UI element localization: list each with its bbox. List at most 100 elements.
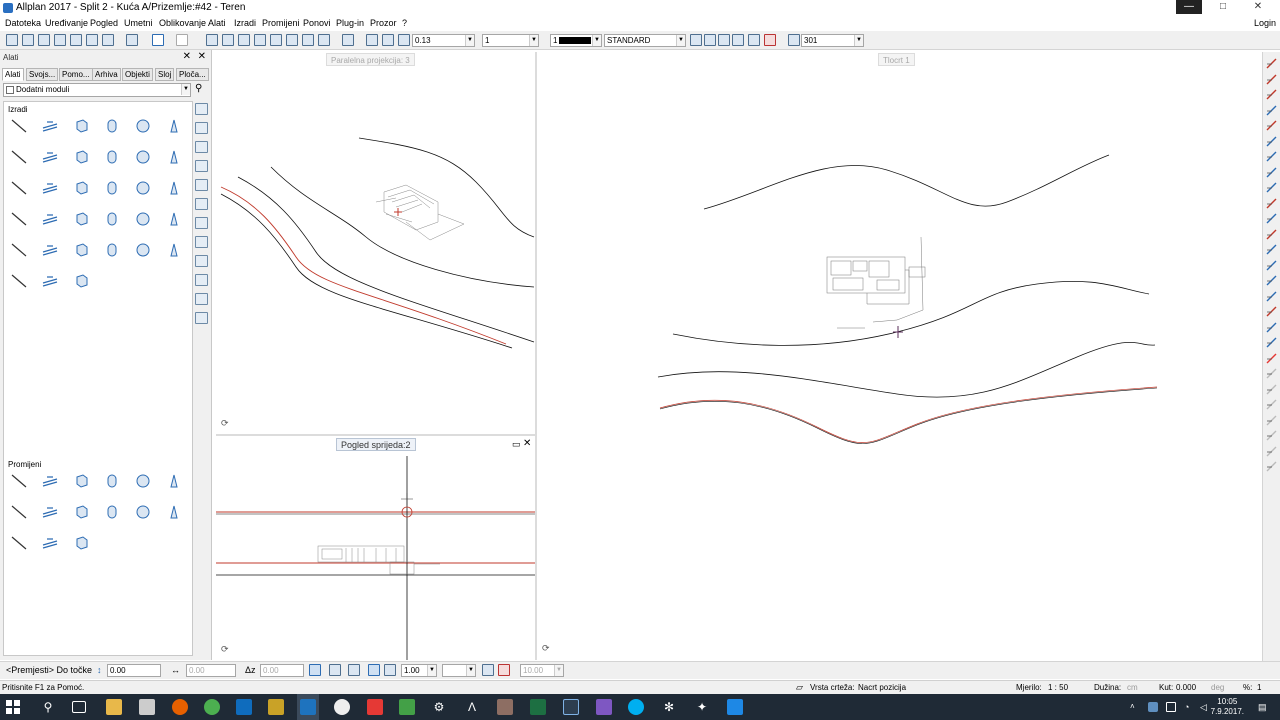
strip-tool-6-icon[interactable] bbox=[195, 217, 208, 229]
menu-izradi[interactable]: Izradi bbox=[234, 18, 256, 28]
refresh-icon[interactable] bbox=[54, 34, 66, 46]
pct-value[interactable]: 1 bbox=[1257, 683, 1261, 692]
angle-input[interactable]: 10.00 ▼ bbox=[520, 664, 564, 677]
modify-tool-2-2-icon[interactable] bbox=[72, 535, 90, 551]
measure-icon[interactable] bbox=[384, 664, 396, 676]
print-icon[interactable] bbox=[102, 34, 114, 46]
create-tool-0-0-icon[interactable] bbox=[10, 118, 28, 134]
lightroom-icon[interactable] bbox=[563, 699, 579, 715]
scissors-icon[interactable] bbox=[254, 34, 266, 46]
modify-tool-1-4-icon[interactable] bbox=[134, 504, 152, 520]
right-tool-25-icon[interactable] bbox=[1266, 446, 1278, 457]
lambda-icon[interactable]: Λ bbox=[464, 699, 480, 715]
open-icon[interactable] bbox=[22, 34, 34, 46]
modify-tool-1-5-icon[interactable] bbox=[165, 504, 183, 520]
snap-icon[interactable] bbox=[309, 664, 321, 676]
pattern-icon[interactable] bbox=[788, 34, 800, 46]
volume-icon[interactable]: ◁ bbox=[1200, 702, 1210, 712]
right-tool-16-icon[interactable] bbox=[1266, 306, 1278, 317]
search-icon[interactable]: ⚲ bbox=[40, 699, 56, 715]
menu-pogled[interactable]: Pogled bbox=[90, 18, 118, 28]
right-tool-2-icon[interactable] bbox=[1266, 89, 1278, 100]
create-tool-5-2-icon[interactable] bbox=[72, 273, 90, 289]
strip-tool-3-icon[interactable] bbox=[195, 160, 208, 172]
strip-tool-11-icon[interactable] bbox=[195, 312, 208, 324]
modify-tool-0-1-icon[interactable] bbox=[41, 473, 59, 489]
create-tool-0-3-icon[interactable] bbox=[103, 118, 121, 134]
create-tool-3-2-icon[interactable] bbox=[72, 211, 90, 227]
create-tool-0-2-icon[interactable] bbox=[72, 118, 90, 134]
layer-visible-icon[interactable] bbox=[704, 34, 716, 46]
layer-state-icon[interactable] bbox=[748, 34, 760, 46]
right-tool-23-icon[interactable] bbox=[1266, 415, 1278, 426]
create-tool-4-5-icon[interactable] bbox=[165, 242, 183, 258]
tab-alati[interactable]: Alati bbox=[2, 68, 24, 81]
modify-tool-0-3-icon[interactable] bbox=[103, 473, 121, 489]
layer-filter-icon[interactable] bbox=[764, 34, 776, 46]
modify-tool-2-0-icon[interactable] bbox=[10, 535, 28, 551]
layer-icon[interactable] bbox=[286, 34, 298, 46]
create-tool-3-1-icon[interactable] bbox=[41, 211, 59, 227]
tab-svojstva[interactable]: Svojs... bbox=[26, 68, 59, 81]
create-tool-2-4-icon[interactable] bbox=[134, 180, 152, 196]
menu-alati[interactable]: Alati bbox=[208, 18, 226, 28]
viewport-plan[interactable]: Tlocrt 1 ⟳ bbox=[537, 52, 1261, 660]
pen-tool-icon[interactable] bbox=[366, 34, 378, 46]
tray-chevron-icon[interactable]: ˄ bbox=[1130, 702, 1140, 712]
task-view-icon[interactable] bbox=[72, 701, 86, 713]
strip-tool-0-icon[interactable] bbox=[195, 103, 208, 115]
strip-tool-1-icon[interactable] bbox=[195, 122, 208, 134]
paste-icon[interactable] bbox=[270, 34, 282, 46]
create-tool-1-5-icon[interactable] bbox=[165, 149, 183, 165]
modify-tool-1-0-icon[interactable] bbox=[10, 504, 28, 520]
dz-input[interactable]: 0.00 bbox=[260, 664, 304, 677]
strip-tool-4-icon[interactable] bbox=[195, 179, 208, 191]
angle-unit[interactable]: deg bbox=[1211, 683, 1224, 692]
create-tool-5-0-icon[interactable] bbox=[10, 273, 28, 289]
gear-icon[interactable]: ⚙ bbox=[431, 699, 447, 715]
create-tool-2-1-icon[interactable] bbox=[41, 180, 59, 196]
copy-icon[interactable] bbox=[222, 34, 234, 46]
point-icon[interactable] bbox=[348, 664, 360, 676]
tray-app-icon[interactable] bbox=[1148, 702, 1158, 712]
modify-tool-0-4-icon[interactable] bbox=[134, 473, 152, 489]
view-type-value[interactable]: Nacrt pozicija bbox=[858, 683, 906, 692]
right-tool-3-icon[interactable] bbox=[1266, 105, 1278, 116]
archive-icon[interactable] bbox=[268, 699, 284, 715]
excel-icon[interactable] bbox=[530, 699, 546, 715]
create-tool-0-4-icon[interactable] bbox=[134, 118, 152, 134]
menu-promijeni[interactable]: Promijeni bbox=[262, 18, 300, 28]
strip-tool-5-icon[interactable] bbox=[195, 198, 208, 210]
create-tool-3-0-icon[interactable] bbox=[10, 211, 28, 227]
tab-objekti[interactable]: Objekti bbox=[122, 68, 153, 81]
firefox-icon[interactable] bbox=[172, 699, 188, 715]
dx-input[interactable]: 0.00 bbox=[107, 664, 161, 677]
grid-select[interactable]: ▼ bbox=[442, 664, 476, 677]
redo-icon[interactable] bbox=[176, 34, 188, 46]
right-tool-17-icon[interactable] bbox=[1266, 322, 1278, 333]
create-tool-4-1-icon[interactable] bbox=[41, 242, 59, 258]
allplan-app-icon[interactable] bbox=[3, 3, 13, 13]
undo-icon[interactable] bbox=[152, 34, 164, 46]
module-select[interactable]: Dodatni moduli ▼ bbox=[3, 83, 191, 97]
close-icon[interactable]: ✕ bbox=[198, 51, 206, 62]
create-tool-1-3-icon[interactable] bbox=[103, 149, 121, 165]
zoom-icon[interactable] bbox=[342, 34, 354, 46]
image-icon[interactable] bbox=[126, 34, 138, 46]
create-tool-2-2-icon[interactable] bbox=[72, 180, 90, 196]
right-tool-6-icon[interactable] bbox=[1266, 151, 1278, 162]
create-tool-1-4-icon[interactable] bbox=[134, 149, 152, 165]
tab-arhiva[interactable]: Arhiva bbox=[92, 68, 121, 81]
right-tool-10-icon[interactable] bbox=[1266, 213, 1278, 224]
cut-icon[interactable] bbox=[238, 34, 250, 46]
right-tool-11-icon[interactable] bbox=[1266, 229, 1278, 240]
strip-tool-2-icon[interactable] bbox=[195, 141, 208, 153]
layer-select[interactable]: STANDARD ▼ bbox=[604, 34, 686, 47]
modify-tool-0-2-icon[interactable] bbox=[72, 473, 90, 489]
search-icon[interactable]: ⚲ bbox=[195, 83, 207, 95]
modify-tool-0-5-icon[interactable] bbox=[165, 473, 183, 489]
right-tool-20-icon[interactable] bbox=[1266, 368, 1278, 379]
right-tool-8-icon[interactable] bbox=[1266, 182, 1278, 193]
app-icon-r[interactable] bbox=[334, 699, 350, 715]
create-tool-2-0-icon[interactable] bbox=[10, 180, 28, 196]
